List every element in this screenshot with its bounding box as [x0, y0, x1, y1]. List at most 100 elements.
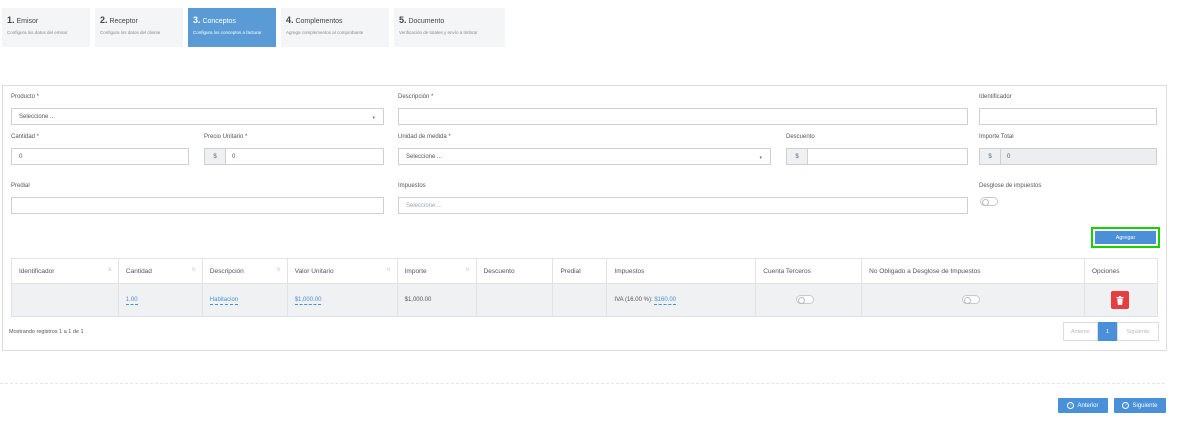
col-importe[interactable]: Importe ⇅: [396, 258, 477, 284]
sort-icon: ⇅: [386, 267, 391, 273]
precio-unitario-label: Precio Unitario *: [204, 134, 248, 140]
step-documento[interactable]: 5. Documento Verificación de totales y e…: [394, 8, 505, 47]
step-title: Complementos: [295, 18, 343, 25]
step-complementos[interactable]: 4. Complementos Agrega complementos al c…: [281, 8, 389, 47]
descripcion-editable[interactable]: Habitacion: [209, 297, 239, 305]
producto-selected-value: Seleccione ...: [19, 113, 56, 120]
table-row: 1.00 Habitacion $1,000.00 $1,000.00 IVA …: [11, 283, 1159, 317]
cantidad-input[interactable]: 0: [11, 148, 189, 165]
producto-label: Producto *: [11, 94, 40, 100]
valor-unitario-editable[interactable]: $1,000.00: [294, 297, 322, 305]
col-no-obligado-desglose[interactable]: No Obligado a Desglose de Impuestos: [861, 258, 1085, 284]
cell-descuento: [475, 283, 554, 317]
step-number: 5.: [399, 15, 407, 25]
step-subtitle: Configura los conceptos a facturar: [193, 30, 262, 35]
step-title: Documento: [408, 18, 445, 25]
step-subtitle: Configura los datos del emisor: [7, 30, 68, 35]
step-number: 2.: [100, 15, 108, 25]
cell-predial: [552, 283, 608, 317]
col-valor-unitario[interactable]: Valor Unitario ⇅: [286, 258, 398, 284]
cell-cuenta-terceros: [755, 283, 863, 317]
impuestos-label: Impuestos: [398, 183, 426, 189]
importe-total-input: $ 0: [979, 148, 1157, 165]
step-emisor[interactable]: 1. Emisor Configura los datos del emisor: [2, 8, 90, 47]
divider: [0, 383, 1165, 384]
arrow-left-circle-icon: ‹: [1067, 402, 1075, 409]
conceptos-table: Identificador ⇅ Cantidad ⇅ Descripción ⇅ Va…: [11, 258, 1159, 317]
step-title: Emisor: [16, 18, 39, 25]
currency-addon: $: [204, 148, 226, 165]
pagination-prev[interactable]: Anterior: [1063, 322, 1098, 341]
siguiente-label: Siguiente: [1132, 402, 1158, 409]
cuenta-terceros-toggle[interactable]: [796, 295, 815, 304]
col-identificador[interactable]: Identificador ⇅: [11, 258, 119, 284]
agregar-button[interactable]: Agregar: [1091, 227, 1160, 248]
cell-descripcion: Habitacion: [201, 283, 288, 317]
descuento-label: Descuento: [786, 134, 815, 140]
step-number: 4.: [286, 15, 294, 25]
desglose-impuestos-toggle[interactable]: [980, 197, 998, 206]
descuento-input[interactable]: $: [786, 148, 968, 165]
cell-valor-unitario: $1,000.00: [286, 283, 398, 317]
descripcion-label: Descripción *: [398, 94, 434, 100]
currency-addon: $: [786, 148, 808, 165]
col-cantidad[interactable]: Cantidad ⇅: [117, 258, 203, 284]
sort-icon: ⇅: [465, 267, 470, 273]
sort-icon: ⇅: [107, 267, 112, 273]
cantidad-label: Cantidad *: [11, 134, 40, 140]
step-conceptos[interactable]: 3. Conceptos Configura los conceptos a f…: [188, 8, 276, 47]
cantidad-editable[interactable]: 1.00: [125, 297, 138, 305]
cell-identificador: [11, 283, 119, 317]
pagination: Anterior 1 Siguiente: [1063, 322, 1159, 341]
step-number: 1.: [7, 15, 15, 25]
chevron-down-icon: ▾: [372, 115, 375, 121]
producto-select[interactable]: Seleccione ... ▾: [11, 108, 384, 125]
importe-total-label: Importe Total: [979, 134, 1014, 140]
unidad-medida-label: Unidad de medida *: [398, 134, 451, 140]
cell-impuestos: IVA (16.00 %): $160.00: [606, 283, 757, 317]
cell-opciones: [1083, 283, 1159, 317]
impuestos-placeholder: Seleccione ...: [406, 202, 443, 209]
anterior-button[interactable]: ‹ Anterior: [1058, 398, 1108, 413]
impuesto-value-editable[interactable]: $160.00: [654, 297, 677, 305]
predial-label: Predial: [11, 183, 30, 189]
impuesto-name: IVA (16.00 %):: [614, 297, 653, 303]
unidad-medida-select[interactable]: Seleccione ... ▾: [398, 148, 771, 165]
col-predial[interactable]: Predial: [552, 258, 608, 284]
step-subtitle: Verificación de totales y envío a timbra…: [399, 30, 478, 35]
pagination-page-1[interactable]: 1: [1098, 322, 1117, 341]
unidad-selected-value: Seleccione ...: [406, 153, 443, 160]
sort-icon: ⇅: [191, 267, 196, 273]
identificador-input[interactable]: [979, 108, 1157, 125]
col-cuenta-terceros[interactable]: Cuenta Terceros: [755, 258, 863, 284]
cell-importe: $1,000.00: [396, 283, 477, 317]
step-receptor[interactable]: 2. Receptor Configura los datos del clie…: [95, 8, 183, 47]
col-descripcion[interactable]: Descripción ⇅: [201, 258, 288, 284]
delete-button[interactable]: [1110, 291, 1129, 309]
sort-icon: ⇅: [276, 267, 281, 273]
currency-addon: $: [979, 148, 1001, 165]
records-info: Mostrando registros 1 a 1 de 1: [9, 329, 84, 335]
chevron-down-icon: ▾: [759, 155, 762, 161]
col-descuento[interactable]: Descuento: [475, 258, 554, 284]
col-opciones: Opciones: [1083, 258, 1159, 284]
step-title: Receptor: [109, 18, 138, 25]
agregar-button-label: Agregar: [1095, 231, 1156, 244]
predial-input[interactable]: [11, 197, 384, 214]
step-title: Conceptos: [202, 18, 236, 25]
arrow-right-circle-icon: ›: [1122, 402, 1130, 409]
identificador-label: Identificador: [979, 94, 1012, 100]
table-header-row: Identificador ⇅ Cantidad ⇅ Descripción ⇅ Va…: [11, 258, 1159, 284]
precio-unitario-input[interactable]: $ 0: [204, 148, 384, 165]
descripcion-input[interactable]: [398, 108, 968, 125]
col-impuestos[interactable]: Impuestos: [606, 258, 757, 284]
impuestos-select[interactable]: Seleccione ...: [398, 197, 968, 214]
trash-icon: [1116, 295, 1124, 305]
step-number: 3.: [193, 15, 201, 25]
siguiente-button[interactable]: › Siguiente: [1114, 398, 1166, 413]
cell-cantidad: 1.00: [117, 283, 203, 317]
pagination-next[interactable]: Siguiente: [1117, 322, 1159, 341]
no-obligado-toggle[interactable]: [962, 295, 981, 304]
step-subtitle: Configura los datos del cliente: [100, 30, 161, 35]
step-subtitle: Agrega complementos al comprobante: [286, 30, 364, 35]
